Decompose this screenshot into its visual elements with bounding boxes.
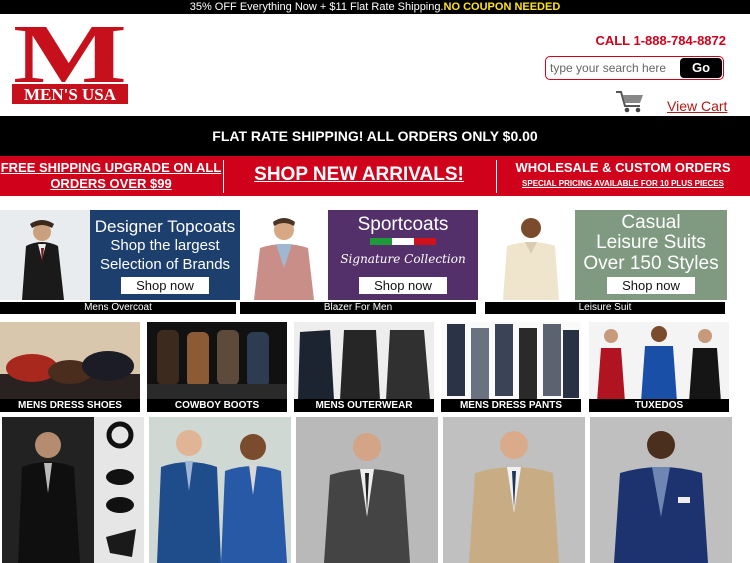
view-cart-link[interactable]: View Cart — [667, 98, 727, 114]
leisure-suit-photo — [487, 210, 575, 300]
category-label: MENS OUTERWEAR — [294, 399, 434, 412]
site-logo[interactable]: M MEN'S USA — [12, 22, 128, 104]
flat-rate-shipping-banner[interactable]: FLAT RATE SHIPPING! ALL ORDERS ONLY $0.0… — [0, 116, 750, 156]
shopping-cart-icon[interactable] — [615, 90, 645, 114]
leisure-promo-banner[interactable]: Casual Leisure Suits Over 150 Styles Sho… — [487, 210, 727, 300]
category-mens-dress-shoes[interactable]: MENS DRESS SHOES — [0, 322, 140, 412]
divider — [496, 160, 497, 193]
topcoat-shop-now-button[interactable]: Shop now — [121, 277, 209, 294]
category-cowboy-boots[interactable]: COWBOY BOOTS — [147, 322, 287, 412]
category-mens-dress-pants[interactable]: MENS DRESS PANTS — [441, 322, 581, 412]
charcoal-suit-photo[interactable] — [296, 417, 438, 563]
category-label: MENS DRESS SHOES — [0, 399, 140, 412]
leisure-line3: Over 150 Styles — [583, 253, 719, 274]
wholesale-title: WHOLESALE & CUSTOM ORDERS — [515, 160, 731, 175]
announcement-highlight: NO COUPON NEEDED — [443, 1, 561, 13]
svg-text:MEN'S USA: MEN'S USA — [24, 85, 117, 104]
overcoat-photo — [0, 210, 90, 300]
announcement-text: 35% OFF Everything Now + $11 Flat Rate S… — [189, 1, 444, 13]
sportcoat-panel: Sportcoats Signature Collection Shop now — [328, 210, 478, 300]
wholesale-link[interactable]: WHOLESALE & CUSTOM ORDERS SPECIAL PRICIN… — [498, 160, 748, 188]
topcoat-promo-banner[interactable]: Designer Topcoats Shop the largest Selec… — [0, 210, 240, 300]
topcoat-line3: Selection of Brands — [99, 256, 231, 273]
tan-suit-photo[interactable] — [443, 417, 585, 563]
category-label: TUXEDOS — [589, 399, 729, 412]
category-tuxedos[interactable]: TUXEDOS — [589, 322, 729, 412]
blue-suits-photo[interactable] — [149, 417, 291, 563]
leisure-shop-now-button[interactable]: Shop now — [607, 277, 695, 294]
topcoat-panel: Designer Topcoats Shop the largest Selec… — [90, 210, 240, 300]
wholesale-subtitle: SPECIAL PRICING AVAILABLE FOR 10 PLUS PI… — [522, 179, 724, 188]
promo-bar: FREE SHIPPING UPGRADE ON ALL ORDERS OVER… — [0, 156, 750, 196]
italian-flag-stripe — [370, 238, 436, 245]
search-go-button[interactable]: Go — [680, 58, 722, 78]
free-shipping-link[interactable]: FREE SHIPPING UPGRADE ON ALL ORDERS OVER… — [0, 160, 222, 192]
category-label: MENS DRESS PANTS — [441, 399, 581, 412]
sportcoat-promo-banner[interactable]: Sportcoats Signature Collection Shop now — [240, 210, 478, 300]
overcoat-caption[interactable]: Mens Overcoat — [0, 302, 236, 314]
black-suit-photo[interactable] — [2, 417, 144, 563]
blazer-photo — [240, 210, 328, 300]
shop-new-arrivals-link[interactable]: SHOP NEW ARRIVALS! — [224, 164, 494, 186]
phone-number[interactable]: CALL 1-888-784-8872 — [595, 33, 726, 48]
topcoat-line2: Shop the largest — [110, 237, 220, 254]
category-mens-outerwear[interactable]: MENS OUTERWEAR — [294, 322, 434, 412]
leisure-line2: Leisure Suits — [596, 232, 706, 253]
announcement-bar: 35% OFF Everything Now + $11 Flat Rate S… — [0, 0, 750, 14]
search-box: Go — [545, 56, 724, 80]
sportcoat-shop-now-button[interactable]: Shop now — [359, 277, 447, 294]
sportcoat-title: Sportcoats — [357, 214, 449, 235]
blazer-caption[interactable]: Blazer For Men — [240, 302, 476, 314]
topcoat-title: Designer Topcoats — [94, 217, 236, 236]
sportcoat-subtitle: Signature Collection — [340, 252, 466, 266]
leisure-panel: Casual Leisure Suits Over 150 Styles Sho… — [575, 210, 727, 300]
navy-suit-photo[interactable] — [590, 417, 732, 563]
leisure-caption[interactable]: Leisure Suit — [485, 302, 725, 314]
search-input[interactable] — [550, 59, 678, 77]
leisure-line1: Casual — [621, 212, 681, 233]
category-label: COWBOY BOOTS — [147, 399, 287, 412]
